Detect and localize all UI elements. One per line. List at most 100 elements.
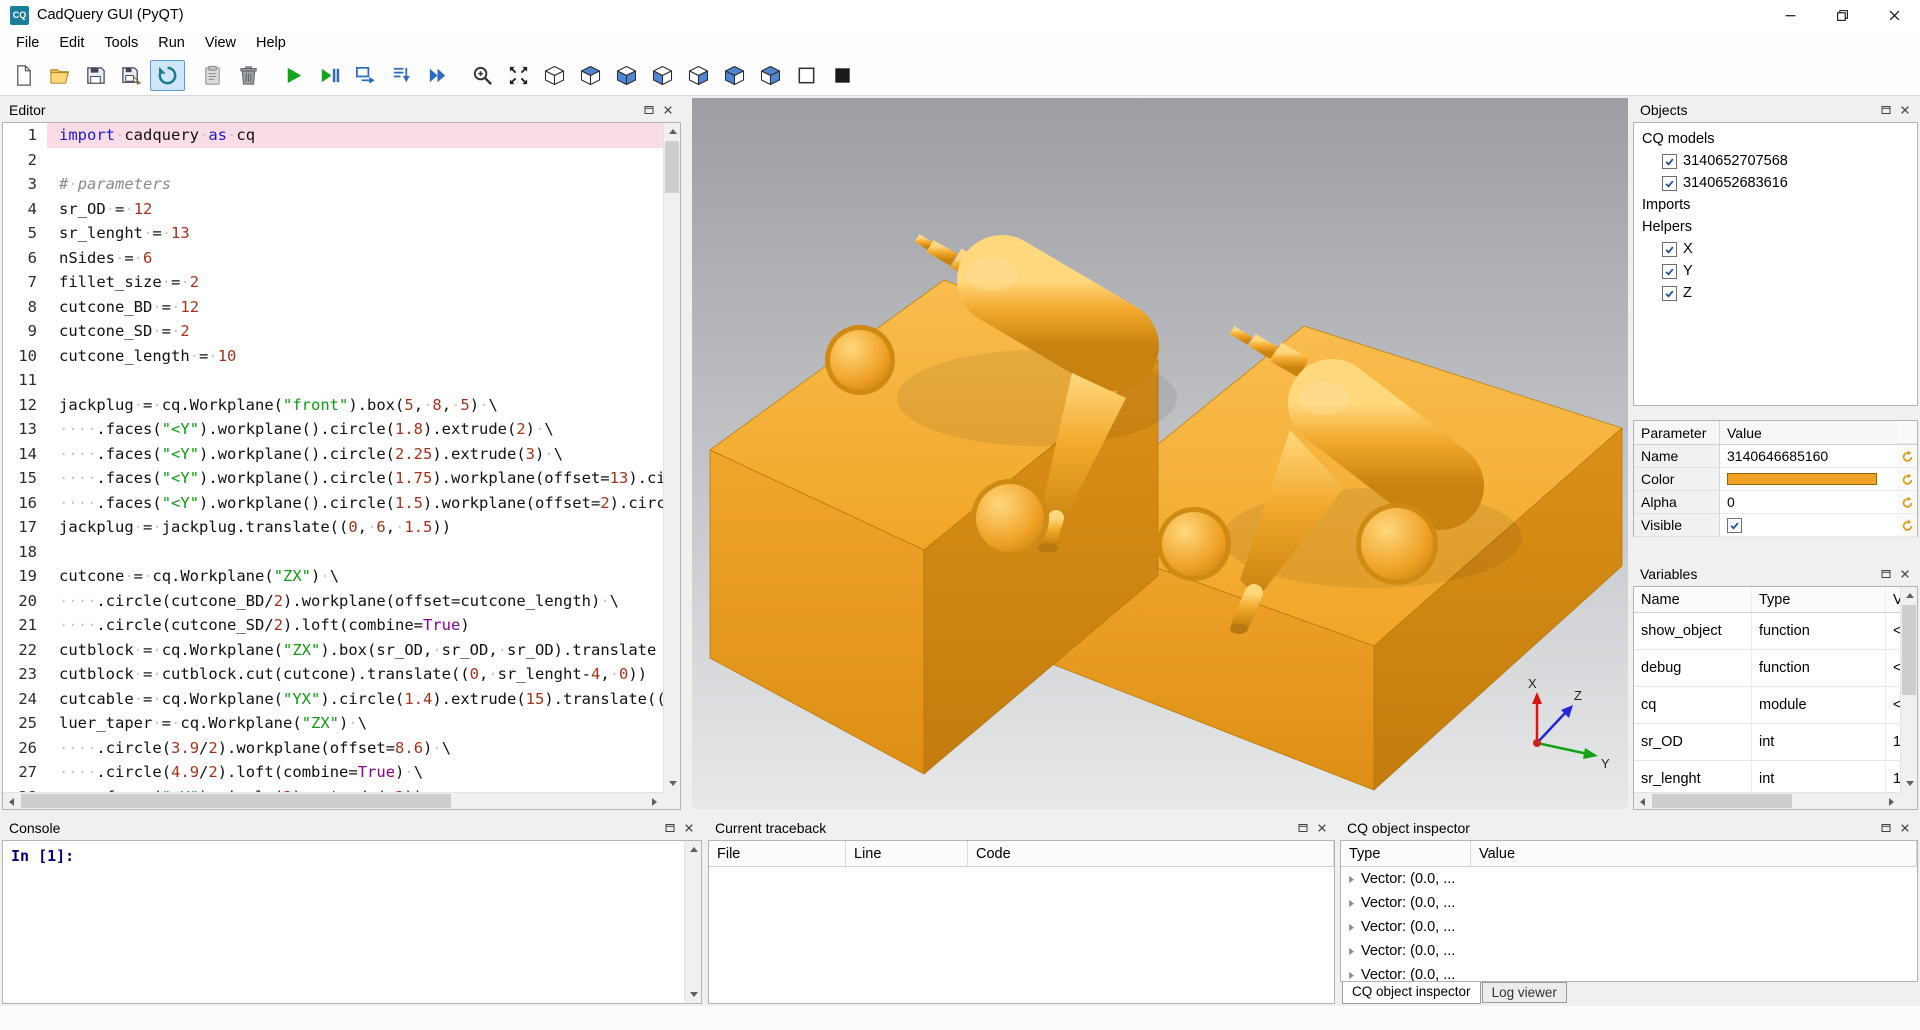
expand-arrow-icon[interactable] xyxy=(1341,947,1361,956)
editor-line[interactable]: 22cutblock·=·cq.Workplane("ZX").box(sr_O… xyxy=(3,638,663,663)
property-value[interactable]: 3140646685160 xyxy=(1720,445,1897,468)
fit-all-button[interactable] xyxy=(501,60,536,91)
variable-row-cq[interactable]: cqmodule<m xyxy=(1634,687,1900,724)
editor-line[interactable]: 7fillet_size·=·2 xyxy=(3,270,663,295)
minimize-button[interactable] xyxy=(1764,0,1816,30)
variables-horizontal-scrollbar[interactable] xyxy=(1634,792,1900,809)
toggle-wireframe-button[interactable] xyxy=(789,60,824,91)
inspector-row[interactable]: Vector: (0.0, ... xyxy=(1341,867,1917,891)
close-panel-icon[interactable] xyxy=(1895,820,1914,837)
reset-button[interactable] xyxy=(1897,445,1917,468)
editor-line[interactable]: 20····.circle(cutcone_BD/2).workplane(of… xyxy=(3,589,663,614)
editor-line[interactable]: 13····.faces("<Y").workplane().circle(1.… xyxy=(3,417,663,442)
editor-line[interactable]: 9cutcone_SD·=·2 xyxy=(3,319,663,344)
editor-line[interactable]: 8cutcone_BD·=·12 xyxy=(3,295,663,320)
tree-item-3140652707568[interactable]: 3140652707568 xyxy=(1634,150,1917,172)
continue-run-button[interactable] xyxy=(420,60,455,91)
delete-objects-button[interactable] xyxy=(231,60,266,91)
editor-line[interactable]: 2 xyxy=(3,148,663,173)
variables-vertical-scrollbar[interactable] xyxy=(1900,587,1917,792)
float-panel-icon[interactable] xyxy=(660,820,679,837)
inspector-row[interactable]: Vector: (0.0, ... xyxy=(1341,915,1917,939)
tree-item-cq-models[interactable]: CQ models xyxy=(1634,128,1917,150)
close-panel-icon[interactable] xyxy=(1312,820,1331,837)
view-back-button[interactable] xyxy=(681,60,716,91)
editor-line[interactable]: 23cutblock·=·cutblock.cut(cutcone).trans… xyxy=(3,662,663,687)
checkbox-checked[interactable] xyxy=(1662,176,1677,191)
inspector-row[interactable]: Vector: (0.0, ... xyxy=(1341,891,1917,915)
editor-line[interactable]: 3#·parameters xyxy=(3,172,663,197)
clean-console-button[interactable] xyxy=(195,60,230,91)
3d-viewport[interactable]: X Z Y xyxy=(692,98,1628,809)
editor-line[interactable]: 5sr_lenght·=·13 xyxy=(3,221,663,246)
editor-line[interactable]: 1import·cadquery·as·cq xyxy=(3,123,663,148)
expand-arrow-icon[interactable] xyxy=(1341,923,1361,932)
code-editor[interactable]: 1import·cadquery·as·cq23#·parameters4sr_… xyxy=(3,123,663,792)
tree-item-helpers[interactable]: Helpers xyxy=(1634,216,1917,238)
close-panel-icon[interactable] xyxy=(679,820,698,837)
debug-script-button[interactable] xyxy=(312,60,347,91)
float-panel-icon[interactable] xyxy=(1293,820,1312,837)
editor-line[interactable]: 15····.faces("<Y").workplane().circle(1.… xyxy=(3,466,663,491)
checkbox-checked[interactable] xyxy=(1727,518,1742,533)
tree-item-3140652683616[interactable]: 3140652683616 xyxy=(1634,172,1917,194)
editor-line[interactable]: 28····.faces("<Y").circle(3).extrude(-3)… xyxy=(3,785,663,793)
close-panel-icon[interactable] xyxy=(1895,102,1914,119)
editor-line[interactable]: 16····.faces("<Y").workplane().circle(1.… xyxy=(3,491,663,516)
inspector-row[interactable]: Vector: (0.0, ... xyxy=(1341,963,1917,982)
expand-arrow-icon[interactable] xyxy=(1341,899,1361,908)
editor-line[interactable]: 12jackplug·=·cq.Workplane("front").box(5… xyxy=(3,393,663,418)
menu-edit[interactable]: Edit xyxy=(49,32,94,54)
view-iso-button[interactable] xyxy=(537,60,572,91)
tree-item-x[interactable]: X xyxy=(1634,238,1917,260)
reset-button[interactable] xyxy=(1897,468,1917,491)
viewport-canvas[interactable]: X Z Y xyxy=(692,98,1628,809)
editor-line[interactable]: 26····.circle(3.9/2).workplane(offset=8.… xyxy=(3,736,663,761)
editor-line[interactable]: 18 xyxy=(3,540,663,565)
console-body[interactable]: In [1]: xyxy=(2,840,702,1004)
property-value[interactable]: 0 xyxy=(1720,491,1897,514)
restore-button[interactable] xyxy=(1816,0,1868,30)
toggle-shaded-button[interactable] xyxy=(825,60,860,91)
close-button[interactable] xyxy=(1868,0,1920,30)
close-panel-icon[interactable] xyxy=(1895,566,1914,583)
float-panel-icon[interactable] xyxy=(1876,102,1895,119)
tree-item-imports[interactable]: Imports xyxy=(1634,194,1917,216)
editor-line[interactable]: 4sr_OD·=·12 xyxy=(3,197,663,222)
run-script-button[interactable] xyxy=(276,60,311,91)
view-front-button[interactable] xyxy=(645,60,680,91)
inspector-row[interactable]: Vector: (0.0, ... xyxy=(1341,939,1917,963)
float-panel-icon[interactable] xyxy=(1876,820,1895,837)
editor-line[interactable]: 14····.faces("<Y").workplane().circle(2.… xyxy=(3,442,663,467)
tree-item-z[interactable]: Z xyxy=(1634,282,1917,304)
close-panel-icon[interactable] xyxy=(658,102,677,119)
property-value[interactable] xyxy=(1720,514,1897,537)
menu-view[interactable]: View xyxy=(195,32,246,54)
property-value[interactable] xyxy=(1720,468,1897,491)
checkbox-checked[interactable] xyxy=(1662,242,1677,257)
float-panel-icon[interactable] xyxy=(639,102,658,119)
expand-arrow-icon[interactable] xyxy=(1341,971,1361,980)
variable-row-debug[interactable]: debugfunction<f xyxy=(1634,650,1900,687)
step-over-button[interactable] xyxy=(348,60,383,91)
float-panel-icon[interactable] xyxy=(1876,566,1895,583)
editor-line[interactable]: 25luer_taper·=·cq.Workplane("ZX")·\ xyxy=(3,711,663,736)
checkbox-checked[interactable] xyxy=(1662,264,1677,279)
new-file-button[interactable] xyxy=(6,60,41,91)
view-left-button[interactable] xyxy=(717,60,752,91)
view-bottom-button[interactable] xyxy=(609,60,644,91)
editor-line[interactable]: 27····.circle(4.9/2).loft(combine=True)·… xyxy=(3,760,663,785)
editor-line[interactable]: 24cutcable·=·cq.Workplane("YX").circle(1… xyxy=(3,687,663,712)
variable-row-sr-lenght[interactable]: sr_lenghtint13 xyxy=(1634,761,1900,792)
menu-help[interactable]: Help xyxy=(246,32,296,54)
open-file-button[interactable] xyxy=(42,60,77,91)
editor-line[interactable]: 6nSides·=·6 xyxy=(3,246,663,271)
editor-line[interactable]: 21····.circle(cutcone_SD/2).loft(combine… xyxy=(3,613,663,638)
view-right-button[interactable] xyxy=(753,60,788,91)
console-vertical-scrollbar[interactable] xyxy=(684,841,701,1003)
tab-cq-object-inspector[interactable]: CQ object inspector xyxy=(1342,981,1481,1004)
editor-line[interactable]: 17jackplug·=·jackplug.translate((0,·6,·1… xyxy=(3,515,663,540)
variable-row-sr-od[interactable]: sr_ODint12 xyxy=(1634,724,1900,761)
step-into-button[interactable] xyxy=(384,60,419,91)
editor-line[interactable]: 10cutcone_length·=·10 xyxy=(3,344,663,369)
